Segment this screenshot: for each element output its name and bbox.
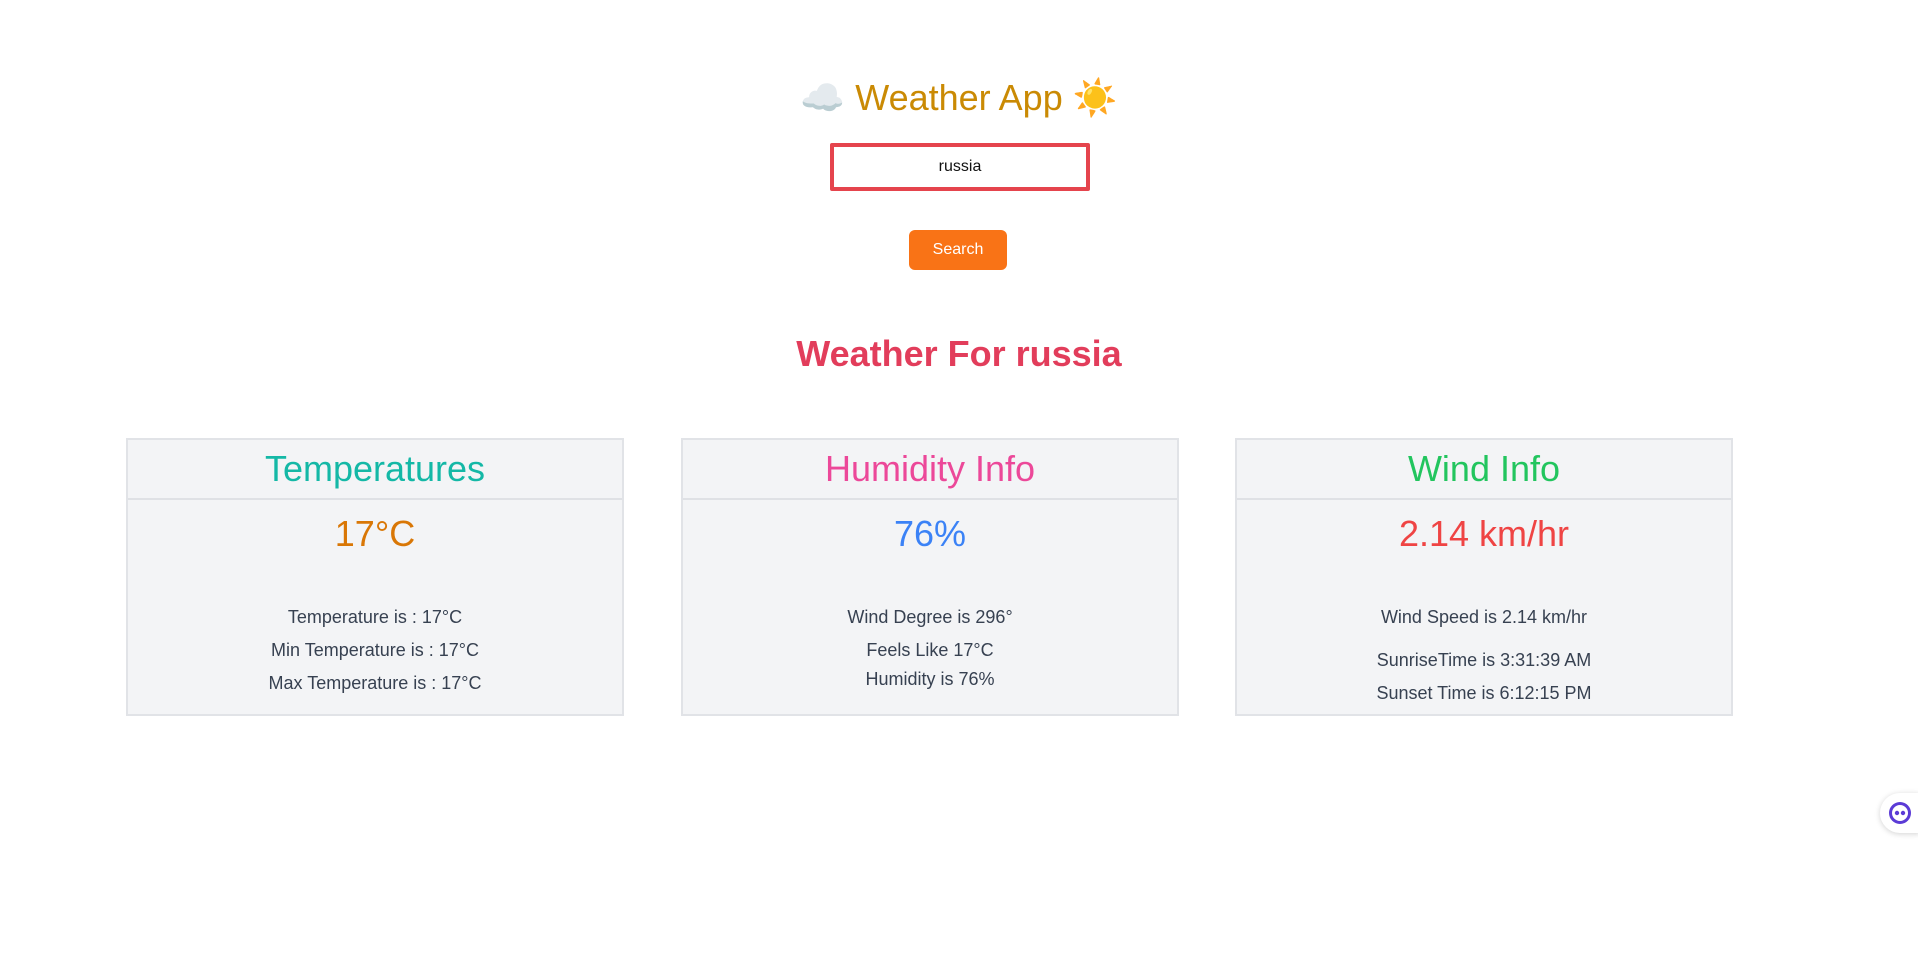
humidity-card: Humidity Info 76% Wind Degree is 296° Fe… (681, 438, 1179, 716)
sun-icon: ☀️ (1072, 78, 1118, 119)
humidity-card-title: Humidity Info (683, 440, 1177, 500)
min-temperature-line: Min Temperature is : 17°C (271, 640, 479, 660)
temperature-card: Temperatures 17°C Temperature is : 17°C … (126, 438, 624, 716)
assistant-widget-button[interactable] (1880, 793, 1918, 833)
wind-card-title: Wind Info (1237, 440, 1731, 500)
wind-value: 2.14 km/hr (1398, 513, 1570, 554)
search-button[interactable]: Search (909, 230, 1007, 270)
feels-like-line: Feels Like 17°C (866, 640, 994, 660)
cloud-icon: ☁️ (800, 78, 846, 119)
wind-degree-line: Wind Degree is 296° (847, 607, 1013, 627)
weather-app-page: ☁️ Weather App ☀️ Search Weather For rus… (0, 0, 1918, 971)
humidity-line: Humidity is 76% (865, 669, 995, 689)
wind-speed-line: Wind Speed is 2.14 km/hr (1380, 607, 1588, 627)
city-search-input[interactable] (830, 143, 1090, 191)
wind-card: Wind Info 2.14 km/hr Wind Speed is 2.14 … (1235, 438, 1733, 716)
result-heading: Weather For russia (796, 333, 1122, 374)
sunrise-time-line: SunriseTime is 3:31:39 AM (1376, 650, 1592, 670)
assistant-bot-icon (1889, 802, 1911, 824)
app-title-text: Weather App (855, 77, 1063, 118)
temperature-value: 17°C (334, 513, 416, 554)
max-temperature-line: Max Temperature is : 17°C (268, 673, 482, 693)
humidity-value: 76% (893, 513, 967, 554)
app-title: ☁️ Weather App ☀️ (0, 70, 1918, 127)
temperature-line: Temperature is : 17°C (287, 607, 463, 627)
temperature-card-title: Temperatures (128, 440, 622, 500)
sunset-time-line: Sunset Time is 6:12:15 PM (1376, 683, 1592, 703)
